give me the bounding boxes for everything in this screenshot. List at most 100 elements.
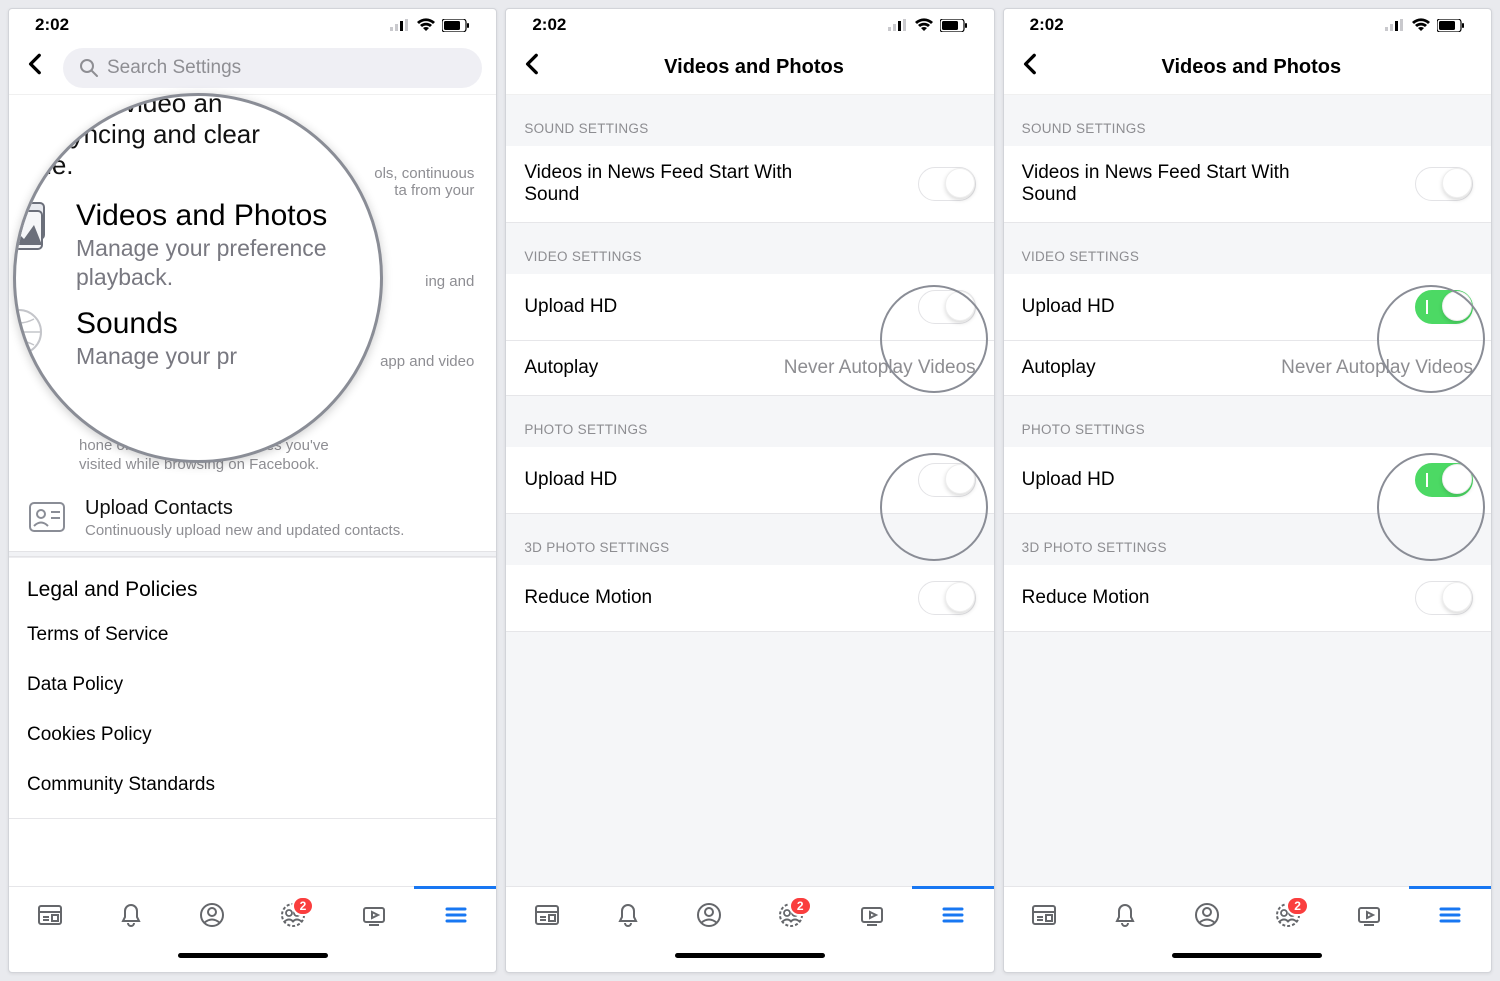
autoplay-row[interactable]: Autoplay Never Autoplay Videos: [1004, 341, 1491, 396]
back-button[interactable]: [23, 51, 55, 84]
photo-upload-hd-label: Upload HD: [524, 469, 917, 491]
terms-of-service-link[interactable]: Terms of Service: [9, 610, 496, 660]
search-input[interactable]: Search Settings: [63, 48, 482, 88]
tab-notifications[interactable]: [607, 894, 649, 936]
upload-contacts-sub: Continuously upload new and updated cont…: [85, 522, 404, 539]
tab-menu[interactable]: [1429, 894, 1471, 936]
nav-header: Search Settings: [9, 41, 496, 95]
videos-start-sound-row[interactable]: Videos in News Feed Start With Sound: [1004, 146, 1491, 223]
magnifier-annotation: age photo, video an ntact syncing and cl…: [13, 93, 383, 463]
bell-icon: [118, 902, 144, 928]
empty-area: [506, 632, 993, 886]
tab-menu[interactable]: [932, 894, 974, 936]
threed-settings-header: 3D PHOTO SETTINGS: [506, 514, 993, 565]
chevron-left-icon: [23, 51, 49, 77]
mag-sounds-title: Sounds: [76, 307, 237, 341]
sound-settings-header: SOUND SETTINGS: [1004, 95, 1491, 146]
videos-start-sound-toggle[interactable]: [918, 167, 976, 201]
data-policy-link[interactable]: Data Policy: [9, 660, 496, 710]
status-bar: 2:02: [9, 9, 496, 41]
legal-section-title: Legal and Policies: [9, 557, 496, 610]
autoplay-row[interactable]: Autoplay Never Autoplay Videos: [506, 341, 993, 396]
videos-start-sound-toggle[interactable]: [1415, 167, 1473, 201]
video-upload-hd-label: Upload HD: [524, 296, 917, 318]
tab-groups[interactable]: 2: [272, 894, 314, 936]
video-upload-hd-row[interactable]: Upload HD: [1004, 274, 1491, 341]
wifi-icon: [416, 15, 436, 35]
home-indicator: [506, 948, 993, 962]
signal-icon: [1385, 15, 1405, 35]
chevron-left-icon: [1018, 51, 1044, 77]
tab-watch[interactable]: [1348, 894, 1390, 936]
feed-icon: [37, 902, 63, 928]
photo-upload-hd-toggle[interactable]: [1415, 463, 1473, 497]
profile-icon: [696, 902, 722, 928]
groups-badge: 2: [292, 896, 315, 916]
tab-profile[interactable]: [191, 894, 233, 936]
photo-upload-hd-label: Upload HD: [1022, 469, 1415, 491]
videos-start-sound-row[interactable]: Videos in News Feed Start With Sound: [506, 146, 993, 223]
photo-upload-hd-row[interactable]: Upload HD: [1004, 447, 1491, 514]
video-upload-hd-toggle[interactable]: [1415, 290, 1473, 324]
video-upload-hd-row[interactable]: Upload HD: [506, 274, 993, 341]
tab-feed[interactable]: [1023, 894, 1065, 936]
tab-feed[interactable]: [29, 894, 71, 936]
page-title: Videos and Photos: [1058, 56, 1477, 79]
back-button[interactable]: [520, 51, 552, 84]
tab-profile[interactable]: [688, 894, 730, 936]
video-upload-hd-toggle[interactable]: [918, 290, 976, 324]
nav-header: Videos and Photos: [1004, 41, 1491, 95]
tab-groups[interactable]: 2: [770, 894, 812, 936]
reduce-motion-toggle[interactable]: [1415, 581, 1473, 615]
back-button[interactable]: [1018, 51, 1050, 84]
profile-icon: [1194, 902, 1220, 928]
fragment-text: app and video: [380, 353, 474, 370]
tab-bar: 2: [9, 886, 496, 942]
tab-menu[interactable]: [435, 894, 477, 936]
reduce-motion-toggle[interactable]: [918, 581, 976, 615]
community-standards-link[interactable]: Community Standards: [9, 760, 496, 810]
watch-icon: [361, 902, 387, 928]
nav-header: Videos and Photos: [506, 41, 993, 95]
empty-area: [1004, 632, 1491, 886]
sounds-icon: [13, 307, 56, 363]
reduce-motion-row[interactable]: Reduce Motion: [1004, 565, 1491, 632]
tab-feed[interactable]: [526, 894, 568, 936]
groups-badge: 2: [1286, 896, 1309, 916]
page-title: Videos and Photos: [560, 56, 979, 79]
watch-icon: [859, 902, 885, 928]
mag-sounds-item[interactable]: Sounds Manage your pr: [13, 297, 383, 376]
mag-sub2: playback.: [76, 264, 327, 291]
home-indicator: [9, 948, 496, 962]
search-placeholder: Search Settings: [107, 57, 241, 79]
photo-upload-hd-row[interactable]: Upload HD: [506, 447, 993, 514]
reduce-motion-row[interactable]: Reduce Motion: [506, 565, 993, 632]
feed-icon: [1031, 902, 1057, 928]
tab-groups[interactable]: 2: [1267, 894, 1309, 936]
photo-upload-hd-toggle[interactable]: [918, 463, 976, 497]
search-icon: [79, 58, 99, 78]
hamburger-icon: [940, 902, 966, 928]
status-bar: 2:02: [506, 9, 993, 41]
bell-icon: [1112, 902, 1138, 928]
photo-settings-header: PHOTO SETTINGS: [506, 396, 993, 447]
mag-frag2: ntact syncing and clear: [13, 119, 383, 150]
videos-start-sound-label: Videos in News Feed Start With Sound: [524, 162, 804, 206]
video-settings-header: VIDEO SETTINGS: [1004, 223, 1491, 274]
reduce-motion-label: Reduce Motion: [1022, 587, 1415, 609]
signal-icon: [888, 15, 908, 35]
battery-icon: [1437, 19, 1465, 32]
cookies-policy-link[interactable]: Cookies Policy: [9, 710, 496, 760]
mag-videos-photos-title: Videos and Photos: [76, 199, 327, 233]
profile-icon: [199, 902, 225, 928]
chevron-left-icon: [520, 51, 546, 77]
tab-watch[interactable]: [353, 894, 395, 936]
mag-videos-photos-item[interactable]: Videos and Photos Manage your preference…: [13, 181, 383, 297]
tab-profile[interactable]: [1186, 894, 1228, 936]
tab-watch[interactable]: [851, 894, 893, 936]
tab-notifications[interactable]: [1104, 894, 1146, 936]
contact-card-icon: [27, 497, 67, 537]
upload-contacts-item[interactable]: Upload Contacts Continuously upload new …: [9, 485, 496, 551]
tab-notifications[interactable]: [110, 894, 152, 936]
reduce-motion-label: Reduce Motion: [524, 587, 917, 609]
